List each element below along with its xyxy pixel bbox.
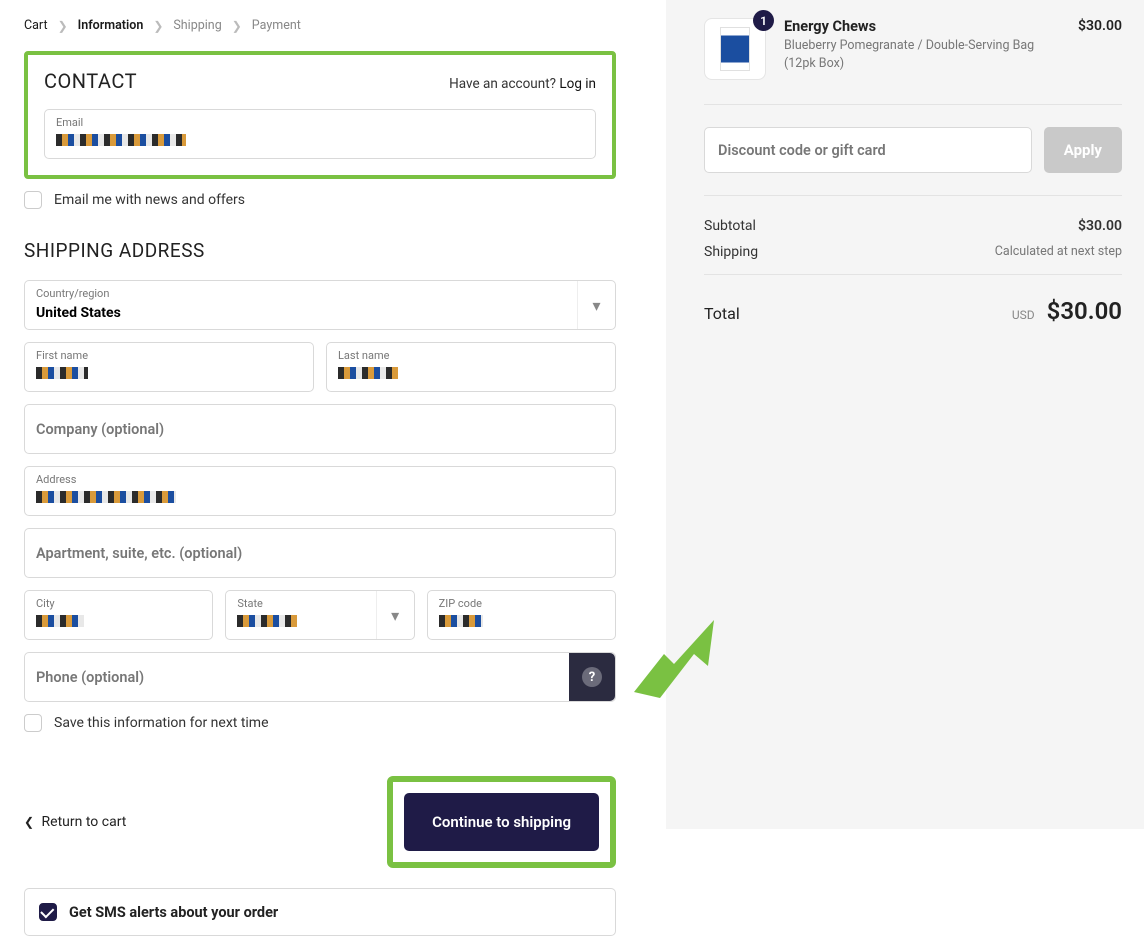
apartment-field[interactable] (24, 528, 616, 578)
chevron-down-icon: ▾ (376, 591, 414, 639)
shipping-row: Shipping Calculated at next step (704, 244, 1122, 260)
divider (704, 104, 1122, 105)
sms-alerts-label: Get SMS alerts about your order (69, 904, 278, 921)
shipping-cost-label: Shipping (704, 244, 758, 260)
last-name-value-redacted (338, 367, 398, 379)
product-variant: Blueberry Pomegranate / Double-Serving B… (784, 37, 1060, 72)
news-offers-label: Email me with news and offers (54, 192, 245, 208)
address-field[interactable]: Address (24, 466, 616, 516)
breadcrumb: Cart ❯ Information ❯ Shipping ❯ Payment (24, 18, 616, 33)
breadcrumb-information: Information (78, 18, 144, 33)
question-icon: ? (582, 667, 602, 687)
breadcrumb-shipping: Shipping (173, 18, 221, 33)
email-value-redacted (56, 134, 186, 146)
first-name-value-redacted (36, 367, 88, 379)
apply-discount-button[interactable]: Apply (1044, 127, 1122, 173)
news-offers-checkbox[interactable] (24, 191, 42, 209)
breadcrumb-cart[interactable]: Cart (24, 18, 48, 33)
product-price: $30.00 (1078, 18, 1122, 34)
product-thumbnail: 1 (704, 18, 766, 80)
country-select[interactable]: Country/region United States ▾ (24, 280, 616, 330)
sms-alerts-checkbox[interactable] (39, 903, 57, 921)
shipping-cost-value: Calculated at next step (995, 244, 1122, 260)
total-row: Total USD $30.00 (704, 297, 1122, 325)
address-value-redacted (36, 491, 176, 503)
state-value-redacted (237, 615, 297, 627)
email-field[interactable]: Email (44, 109, 596, 159)
first-name-field[interactable]: First name (24, 342, 314, 392)
apartment-input[interactable] (36, 545, 604, 562)
discount-code-input[interactable] (704, 127, 1032, 173)
chevron-down-icon: ▾ (577, 281, 615, 329)
company-field[interactable] (24, 404, 616, 454)
first-name-label: First name (36, 349, 302, 362)
company-input[interactable] (36, 421, 604, 438)
chevron-right-icon: ❯ (58, 19, 68, 33)
zip-field[interactable]: ZIP code (427, 590, 616, 640)
zip-value-redacted (439, 615, 483, 627)
phone-help-button[interactable]: ? (569, 653, 615, 701)
state-select[interactable]: State ▾ (225, 590, 414, 640)
subtotal-value: $30.00 (1078, 218, 1122, 234)
country-value: United States (36, 305, 121, 321)
total-label: Total (704, 304, 740, 323)
breadcrumb-payment: Payment (252, 18, 301, 33)
chevron-right-icon: ❯ (232, 19, 242, 33)
product-name: Energy Chews (784, 18, 1060, 35)
save-info-label: Save this information for next time (54, 715, 269, 731)
quantity-badge: 1 (753, 10, 774, 31)
order-line-item: 1 Energy Chews Blueberry Pomegranate / D… (704, 18, 1122, 80)
chevron-left-icon: ❮ (24, 815, 34, 829)
country-label: Country/region (36, 287, 604, 300)
zip-label: ZIP code (439, 597, 604, 610)
contact-section-highlight: CONTACT Have an account? Log in Email (24, 51, 616, 179)
save-info-checkbox-row[interactable]: Save this information for next time (24, 714, 616, 732)
return-to-cart-link[interactable]: ❮ Return to cart (24, 814, 126, 830)
subtotal-label: Subtotal (704, 218, 756, 234)
city-label: City (36, 597, 201, 610)
subtotal-row: Subtotal $30.00 (704, 218, 1122, 234)
shipping-heading: SHIPPING ADDRESS (24, 239, 616, 262)
city-value-redacted (36, 615, 84, 627)
save-info-checkbox[interactable] (24, 714, 42, 732)
news-offers-checkbox-row[interactable]: Email me with news and offers (24, 191, 616, 209)
divider (704, 195, 1122, 196)
email-label: Email (56, 116, 584, 129)
sms-alerts-row[interactable]: Get SMS alerts about your order (24, 888, 616, 936)
total-currency: USD (1012, 308, 1035, 322)
divider (704, 274, 1122, 275)
continue-button-highlight: Continue to shipping (387, 776, 616, 868)
continue-to-shipping-button[interactable]: Continue to shipping (404, 793, 599, 851)
total-amount: $30.00 (1047, 297, 1122, 325)
last-name-label: Last name (338, 349, 604, 362)
login-link[interactable]: Log in (559, 76, 596, 92)
last-name-field[interactable]: Last name (326, 342, 616, 392)
contact-heading: CONTACT (44, 69, 137, 93)
city-field[interactable]: City (24, 590, 213, 640)
chevron-right-icon: ❯ (153, 19, 163, 33)
phone-field[interactable]: ? (24, 652, 616, 702)
phone-input[interactable] (36, 669, 565, 686)
address-label: Address (36, 473, 604, 486)
login-prompt: Have an account? Log in (449, 76, 596, 92)
